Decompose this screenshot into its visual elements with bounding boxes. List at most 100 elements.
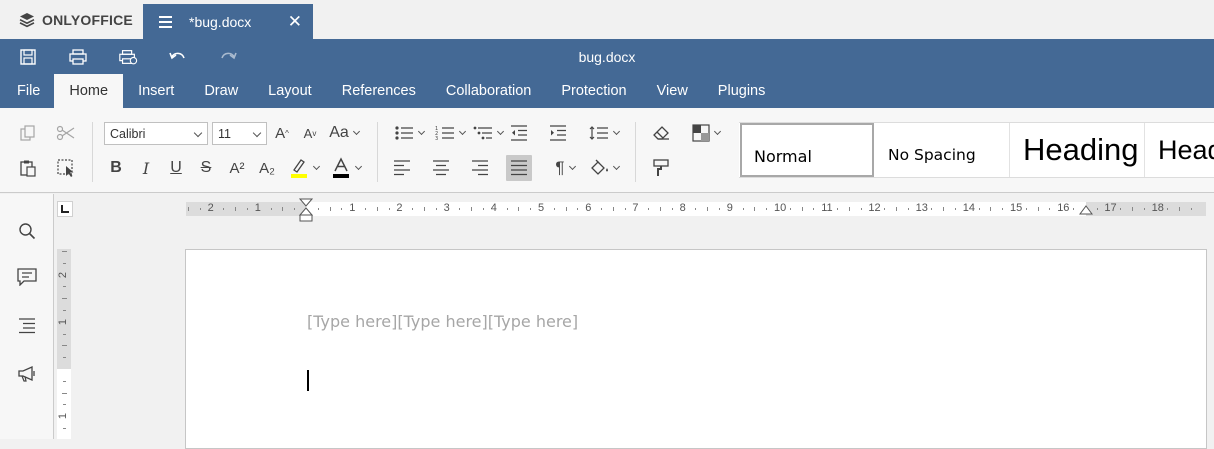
bullet-list-button[interactable] (391, 123, 427, 143)
shading-button[interactable] (586, 158, 622, 178)
increase-indent-icon[interactable] (548, 123, 568, 143)
font-size-combo[interactable]: 11 (212, 122, 267, 145)
font-name-value: Calibri (110, 126, 146, 141)
ruler-number: 1 (254, 202, 261, 214)
color-scheme-icon (692, 124, 710, 142)
ruler-number: 1 (57, 413, 70, 420)
font-color-icon (333, 157, 349, 178)
onlyoffice-logo: ONLYOFFICE (0, 0, 143, 39)
numbered-list-icon: 123 (435, 126, 454, 141)
underline-button[interactable]: U (166, 158, 186, 178)
line-spacing-icon (589, 126, 608, 140)
multilevel-list-button[interactable] (470, 123, 506, 143)
align-center-icon[interactable] (430, 158, 452, 178)
close-tab-icon[interactable]: ✕ (288, 13, 302, 30)
justify-icon[interactable] (506, 155, 532, 181)
color-scheme-button[interactable] (688, 123, 724, 143)
tab-view[interactable]: View (642, 74, 703, 108)
title-tab-bar: ONLYOFFICE *bug.docx ✕ (0, 0, 1214, 39)
styles-gallery: Normal No Spacing Heading Head (739, 122, 1214, 178)
left-tab-icon (61, 205, 69, 213)
indent-markers[interactable] (299, 198, 313, 224)
comments-icon[interactable] (17, 267, 37, 287)
cut-icon[interactable] (56, 123, 76, 143)
right-indent-marker[interactable] (1079, 205, 1093, 217)
copy-icon[interactable] (18, 123, 38, 143)
tab-insert[interactable]: Insert (123, 74, 189, 108)
ruler-number: 11 (821, 202, 833, 214)
italic-button[interactable]: I (136, 158, 156, 178)
search-icon[interactable] (17, 221, 37, 241)
font-name-combo[interactable]: Calibri (104, 122, 208, 145)
ruler-number: 10 (774, 202, 787, 214)
superscript-button[interactable]: A² (226, 158, 248, 178)
ruler-number: 17 (1104, 202, 1117, 214)
tab-home[interactable]: Home (54, 74, 124, 108)
select-all-icon[interactable] (55, 158, 77, 178)
change-case-button[interactable]: Aa (327, 123, 361, 143)
document-title: bug.docx (578, 49, 636, 65)
nonprinting-characters-button[interactable]: ¶ (548, 158, 582, 178)
decrease-font-button[interactable]: Av (300, 123, 320, 143)
highlight-color-button[interactable] (286, 157, 322, 179)
ribbon-tabs: File Home Insert Draw Layout References … (0, 74, 1214, 108)
document-page[interactable]: [Type here][Type here][Type here] (185, 249, 1207, 449)
copy-style-icon[interactable] (651, 158, 671, 178)
home-toolbar: Calibri 11 A ^ Av Aa B I U S A² A₂ 123 ¶… (0, 108, 1214, 193)
header-placeholder-text[interactable]: [Type here][Type here][Type here] (307, 312, 578, 331)
tab-stop-selector[interactable] (57, 201, 73, 217)
tab-plugins[interactable]: Plugins (703, 74, 781, 108)
document-tab[interactable]: *bug.docx ✕ (143, 4, 313, 39)
hamburger-menu-icon[interactable] (159, 15, 173, 28)
highlighter-icon (291, 159, 307, 178)
style-no-spacing[interactable]: No Spacing (874, 123, 1010, 177)
style-heading-2[interactable]: Head (1145, 123, 1214, 177)
ruler-number: 1 (349, 202, 356, 214)
bullet-list-icon (395, 126, 413, 140)
ruler-number: 7 (632, 202, 639, 214)
tab-draw[interactable]: Draw (189, 74, 253, 108)
paint-bucket-icon (591, 159, 608, 175)
ruler-number: 9 (726, 202, 733, 214)
bold-button[interactable]: B (106, 158, 126, 178)
ruler-number: 2 (396, 202, 403, 214)
paste-icon[interactable] (18, 158, 38, 178)
ruler-number: 8 (679, 202, 686, 214)
ruler-number: 4 (490, 202, 497, 214)
align-right-icon[interactable] (469, 158, 491, 178)
align-left-icon[interactable] (391, 158, 413, 178)
ruler-number: 2 (57, 271, 70, 278)
ruler-number: 12 (868, 202, 881, 214)
ruler-number: 15 (1010, 202, 1023, 214)
tab-protection[interactable]: Protection (546, 74, 641, 108)
ruler-number: 18 (1151, 202, 1164, 214)
ruler-number: 1 (57, 318, 70, 325)
text-cursor (307, 370, 309, 391)
style-normal[interactable]: Normal (740, 123, 874, 177)
feedback-megaphone-icon[interactable] (17, 364, 37, 384)
line-spacing-button[interactable] (586, 123, 622, 143)
vertical-ruler[interactable]: 2 1 1 (57, 249, 71, 439)
horizontal-ruler[interactable]: 2 1 1 2 3 4 5 6 7 8 9 10 11 12 13 14 15 16 17 18 (186, 202, 1206, 216)
strikethrough-button[interactable]: S (196, 158, 216, 178)
ruler-number: 6 (585, 202, 592, 214)
numbered-list-button[interactable]: 123 (432, 123, 468, 143)
ruler-number: 5 (538, 202, 545, 214)
decrease-indent-icon[interactable] (509, 123, 529, 143)
document-tab-label: *bug.docx (189, 13, 252, 30)
style-heading-1[interactable]: Heading (1010, 123, 1145, 177)
font-size-value: 11 (218, 126, 231, 141)
clear-style-icon[interactable] (651, 123, 671, 143)
navigation-icon[interactable] (17, 316, 37, 336)
tab-collaboration[interactable]: Collaboration (431, 74, 546, 108)
left-side-panel (0, 194, 54, 439)
tab-layout[interactable]: Layout (253, 74, 327, 108)
subscript-button[interactable]: A₂ (256, 158, 278, 178)
svg-text:3: 3 (435, 136, 438, 141)
quick-access-header: bug.docx (0, 39, 1214, 74)
increase-font-button[interactable]: A ^ (272, 123, 292, 143)
font-color-button[interactable] (328, 157, 364, 179)
tab-references[interactable]: References (327, 74, 431, 108)
tab-file[interactable]: File (0, 74, 54, 108)
ruler-number: 2 (207, 202, 214, 214)
